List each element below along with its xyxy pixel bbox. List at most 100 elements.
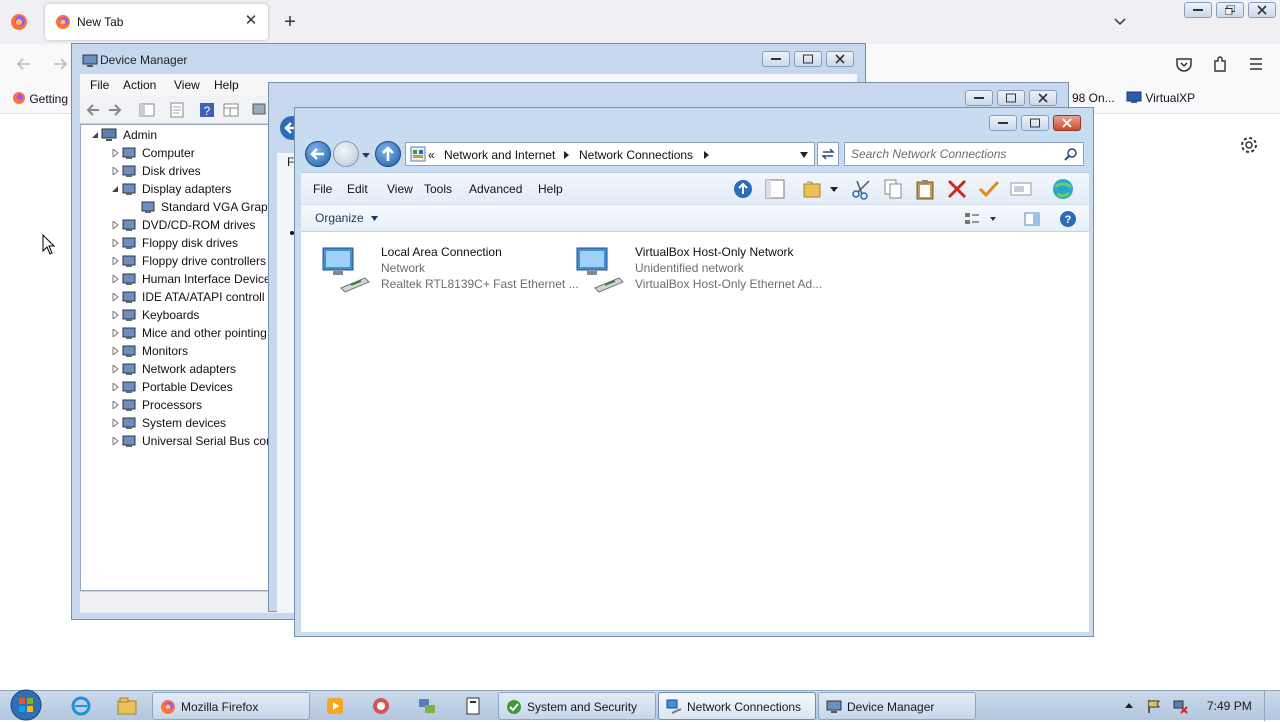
tree-node[interactable]: Network adapters [111, 360, 269, 378]
search-box[interactable] [844, 142, 1084, 166]
network-tool-icon[interactable] [416, 695, 438, 717]
system-clock[interactable]: 7:49 PM [1207, 699, 1252, 713]
tree-node[interactable]: Portable Devices [111, 378, 269, 396]
collapse-arrow-icon[interactable] [111, 185, 119, 193]
expand-arrow-icon[interactable] [111, 311, 119, 319]
expand-arrow-icon[interactable] [111, 167, 119, 175]
minimize-button[interactable] [965, 90, 993, 106]
media-player-icon[interactable] [324, 695, 346, 717]
tree-node[interactable]: Keyboards [111, 306, 269, 324]
menu-advanced[interactable]: Advanced [469, 182, 522, 196]
back-button[interactable] [305, 141, 331, 167]
taskbar-button-network-connections[interactable]: Network Connections [658, 692, 816, 720]
taskbar-button-firefox[interactable]: Mozilla Firefox [152, 692, 310, 720]
close-button[interactable] [1248, 2, 1276, 18]
menu-help[interactable]: Help [214, 78, 239, 92]
restore-button[interactable] [1216, 2, 1244, 18]
folder-options-icon[interactable] [801, 178, 825, 200]
connection-virtualbox-host-only[interactable]: VirtualBox Host-Only Network Unidentifie… [563, 240, 822, 300]
tree-node[interactable]: Monitors [111, 342, 269, 360]
close-tab-icon[interactable]: ✕ [242, 12, 260, 30]
notepad-icon[interactable] [462, 695, 484, 717]
device-view-icon[interactable] [222, 101, 240, 119]
menu-edit[interactable]: Edit [347, 182, 368, 196]
taskbar-button-device-manager[interactable]: Device Manager [818, 692, 976, 720]
internet-explorer-icon[interactable] [70, 695, 92, 717]
menu-tools[interactable]: Tools [424, 182, 452, 196]
expand-arrow-icon[interactable] [111, 383, 119, 391]
maximize-button[interactable] [1021, 115, 1049, 131]
folders-pane-icon[interactable] [763, 178, 787, 200]
forward-arrow-icon[interactable] [106, 101, 124, 119]
menu-view[interactable]: View [387, 182, 413, 196]
breadcrumb-network-and-internet[interactable]: Network and Internet [444, 148, 555, 162]
copy-icon[interactable] [881, 178, 905, 200]
bookmark-98-online[interactable]: 98 On... [1072, 91, 1115, 107]
breadcrumb-overflow[interactable]: « [428, 148, 435, 162]
tree-node[interactable]: Floppy drive controllers [111, 252, 269, 270]
help-icon[interactable]: ? [198, 101, 216, 119]
search-input[interactable] [851, 146, 1051, 162]
tree-node[interactable]: Universal Serial Bus cont [111, 432, 269, 450]
expand-arrow-icon[interactable] [111, 257, 119, 265]
menu-file[interactable]: File [313, 182, 332, 196]
rename-icon[interactable] [1009, 178, 1033, 200]
pocket-icon[interactable] [1174, 54, 1194, 74]
collapse-arrow-icon[interactable] [91, 131, 99, 139]
close-button[interactable] [826, 51, 854, 67]
up-button[interactable] [375, 141, 401, 167]
tree-node[interactable]: Floppy disk drives [111, 234, 269, 252]
breadcrumb-separator-icon[interactable] [704, 151, 709, 159]
bookmark-virtualxp[interactable]: VirtualXP [1126, 91, 1195, 107]
expand-arrow-icon[interactable] [111, 149, 119, 157]
up-folder-icon[interactable] [731, 178, 755, 200]
tree-node[interactable]: IDE ATA/ATAPI controll [111, 288, 269, 306]
tree-node[interactable]: Disk drives [111, 162, 269, 180]
paste-icon[interactable] [913, 178, 937, 200]
breadcrumb-network-connections[interactable]: Network Connections [579, 148, 693, 162]
minimize-button[interactable] [762, 51, 790, 67]
expand-arrow-icon[interactable] [111, 401, 119, 409]
new-tab-button[interactable]: + [280, 12, 300, 32]
taskbar-button-system-and-security[interactable]: System and Security [498, 692, 656, 720]
windows-explorer-icon[interactable] [116, 695, 138, 717]
connection-local-area[interactable]: Local Area Connection Network Realtek RT… [309, 240, 579, 300]
tree-node[interactable]: Display adapters [111, 180, 269, 198]
expand-arrow-icon[interactable] [111, 437, 119, 445]
properties-icon[interactable] [168, 101, 186, 119]
organize-button[interactable]: Organize [315, 211, 379, 225]
tree-node[interactable]: Human Interface Device [111, 270, 269, 288]
menu-action[interactable]: Action [123, 78, 156, 92]
menu-file[interactable]: File [90, 78, 109, 92]
maximize-button[interactable] [997, 90, 1025, 106]
back-arrow-icon[interactable] [14, 54, 34, 74]
show-hidden-icons-icon[interactable] [1124, 698, 1134, 714]
back-arrow-icon[interactable] [84, 101, 102, 119]
maximize-button[interactable] [794, 51, 822, 67]
gear-icon[interactable] [1239, 135, 1259, 155]
tree-root-admin[interactable]: Admin [91, 126, 269, 144]
extensions-icon[interactable] [1210, 54, 1230, 74]
properties-check-icon[interactable] [977, 178, 1001, 200]
network-status-icon[interactable] [1172, 698, 1188, 714]
browser-tab-new-tab[interactable]: New Tab ✕ [45, 4, 268, 40]
security-essentials-icon[interactable] [370, 695, 392, 717]
expand-arrow-icon[interactable] [111, 419, 119, 427]
expand-arrow-icon[interactable] [111, 347, 119, 355]
preview-pane-icon[interactable] [1023, 210, 1041, 228]
menu-help[interactable]: Help [538, 182, 563, 196]
expand-arrow-icon[interactable] [111, 293, 119, 301]
firefox-menu-icon[interactable] [10, 13, 28, 31]
tree-node[interactable]: System devices [111, 414, 269, 432]
forward-button[interactable] [333, 141, 359, 167]
hamburger-menu-icon[interactable] [1246, 54, 1266, 74]
scan-hardware-icon[interactable] [250, 101, 268, 119]
menu-view[interactable]: View [174, 78, 200, 92]
forward-arrow-icon[interactable] [50, 54, 70, 74]
recent-pages-dropdown-icon[interactable] [361, 151, 371, 159]
expand-arrow-icon[interactable] [111, 239, 119, 247]
address-bar[interactable]: « Network and Internet Network Connectio… [405, 142, 815, 166]
address-dropdown-icon[interactable] [800, 152, 808, 158]
breadcrumb-separator-icon[interactable] [564, 151, 569, 159]
bookmark-getting-started[interactable]: Getting [12, 91, 68, 107]
